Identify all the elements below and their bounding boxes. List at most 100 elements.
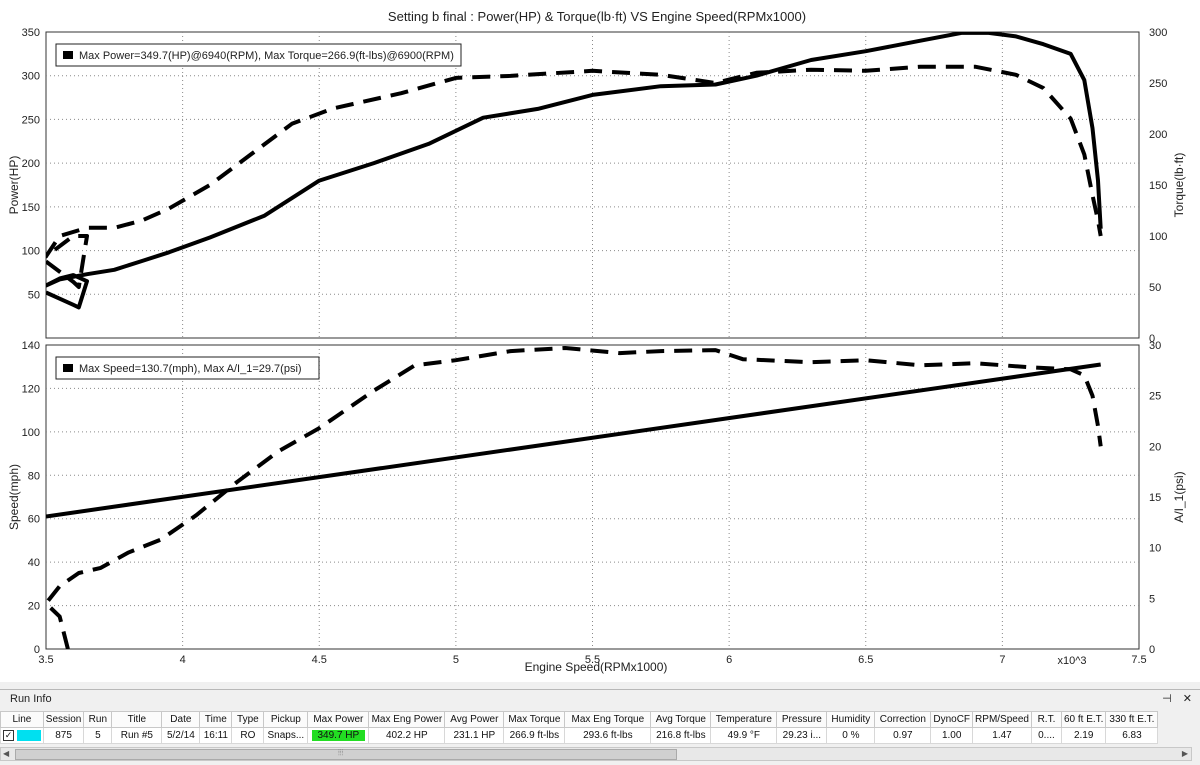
line-visible-checkbox[interactable]: ✓ xyxy=(3,730,14,742)
run-info-title: Run Info xyxy=(10,693,52,705)
y-axis-label: Power(HP) xyxy=(7,156,21,215)
column-header[interactable]: Max Eng Power xyxy=(368,711,446,728)
x-tick-label: 3.5 xyxy=(38,654,53,666)
table-cell: 293.6 ft-lbs xyxy=(564,727,652,744)
column-header[interactable]: 60 ft E.T. xyxy=(1060,711,1107,728)
table-cell: 2.19 xyxy=(1060,727,1107,744)
y-tick-label: 200 xyxy=(22,158,40,170)
table-cell: 1.00 xyxy=(930,727,974,744)
y-tick-label: 50 xyxy=(28,289,40,301)
column-header[interactable]: 330 ft E.T. xyxy=(1105,711,1159,728)
y2-tick-label: 20 xyxy=(1149,441,1161,453)
y2-tick-label: 200 xyxy=(1149,129,1167,141)
table-cell: 5 xyxy=(83,727,113,744)
chart-title: Setting b final : Power(HP) & Torque(lb·… xyxy=(388,9,806,24)
x-tick-label: 6.5 xyxy=(858,654,873,666)
table-row[interactable]: ✓ 875 5 Run #5 5/2/14 16:11 RO Snaps... 349.7 H… xyxy=(0,727,1159,744)
y-tick-label: 100 xyxy=(22,427,40,439)
scroll-grip-icon: ⦙⦙⦙ xyxy=(338,748,344,757)
line-color-swatch[interactable] xyxy=(16,729,41,741)
x-tick-label: 4.5 xyxy=(312,654,327,666)
table-cell: 875 xyxy=(42,727,85,744)
table-cell: 0.... xyxy=(1030,727,1062,744)
table-cell: Snaps... xyxy=(263,727,309,744)
y2-tick-label: 25 xyxy=(1149,391,1161,403)
table-cell: RO xyxy=(231,727,265,744)
max-power-value: 349.7 HP xyxy=(311,730,366,741)
table-cell: 216.8 ft-lbs xyxy=(650,727,712,744)
run-info-titlebar: Run Info ⊣ ✕ xyxy=(0,690,1200,708)
column-header[interactable]: Pressure xyxy=(776,711,828,728)
table-cell: 29.23 i... xyxy=(776,727,828,744)
column-header[interactable]: Max Power xyxy=(307,711,370,728)
power-torque-panel: 50100150200250300350050100150200250300Po… xyxy=(7,27,1186,345)
y-tick-label: 0 xyxy=(34,644,40,656)
x-tick-label: 6 xyxy=(726,654,732,666)
run-info-header-row: Line Session Run Title Date Time Type Pickup Max… xyxy=(0,711,1159,728)
column-header[interactable]: Line xyxy=(0,711,44,728)
y2-tick-label: 15 xyxy=(1149,492,1161,504)
table-cell: 0 % xyxy=(826,727,876,744)
scroll-right-icon[interactable]: ▶ xyxy=(1182,748,1188,760)
y-tick-label: 300 xyxy=(22,71,40,83)
table-cell: 0.97 xyxy=(874,727,932,744)
column-header[interactable]: Type xyxy=(231,711,265,728)
x-multiplier-label: x10^3 xyxy=(1057,655,1086,667)
legend-swatch xyxy=(63,51,73,59)
y-tick-label: 150 xyxy=(22,202,40,214)
pin-icon[interactable]: ⊣ xyxy=(1162,693,1172,705)
column-header[interactable]: Session xyxy=(42,711,85,728)
column-header[interactable]: Correction xyxy=(874,711,932,728)
column-header[interactable]: Max Torque xyxy=(503,711,566,728)
run-info-panel: Run Info ⊣ ✕ Line Session Run Title Date Time… xyxy=(0,689,1200,765)
table-cell: Run #5 xyxy=(111,727,163,744)
scrollbar-thumb[interactable]: ⦙⦙⦙ xyxy=(15,748,677,760)
y-tick-label: 140 xyxy=(22,340,40,352)
x-tick-label: 4 xyxy=(180,654,186,666)
table-cell: ✓ xyxy=(0,727,44,744)
table-cell: 49.9 °F xyxy=(710,727,778,744)
x-tick-label: 5 xyxy=(453,654,459,666)
x-tick-label: 7 xyxy=(999,654,1005,666)
y-tick-label: 250 xyxy=(22,114,40,126)
y-tick-label: 40 xyxy=(28,557,40,569)
y2-tick-label: 150 xyxy=(1149,180,1167,192)
column-header[interactable]: Max Eng Torque xyxy=(564,711,652,728)
legend-text: Max Speed=130.7(mph), Max A/I_1=29.7(psi… xyxy=(79,363,302,375)
horizontal-scrollbar[interactable]: ◀ ⦙⦙⦙ ▶ xyxy=(0,747,1192,761)
y-tick-label: 100 xyxy=(22,246,40,258)
column-header[interactable]: Avg Power xyxy=(444,711,505,728)
close-icon[interactable]: ✕ xyxy=(1183,693,1192,705)
speed-pressure-panel: 3.5 4 4.5 5 5.5 6 6.5 7 7.5020406080100120140051… xyxy=(7,340,1186,666)
column-header[interactable]: R.T. xyxy=(1030,711,1062,728)
column-header[interactable]: DynoCF xyxy=(930,711,974,728)
y-tick-label: 80 xyxy=(28,470,40,482)
column-header[interactable]: RPM/Speed xyxy=(972,711,1032,728)
column-header[interactable]: Humidity xyxy=(826,711,876,728)
y-tick-label: 120 xyxy=(22,383,40,395)
column-header[interactable]: Avg Torque xyxy=(650,711,712,728)
column-header[interactable]: Date xyxy=(161,711,201,728)
x-tick-label: 7.5 xyxy=(1131,654,1146,666)
y2-tick-label: 30 xyxy=(1149,340,1161,352)
scroll-left-icon[interactable]: ◀ xyxy=(3,748,9,760)
y2-tick-label: 10 xyxy=(1149,543,1161,555)
table-cell: 266.9 ft-lbs xyxy=(503,727,566,744)
legend-swatch xyxy=(63,364,73,372)
y-tick-label: 20 xyxy=(28,601,40,613)
y2-tick-label: 250 xyxy=(1149,78,1167,90)
y2-axis-label: Torque(lb·ft) xyxy=(1172,153,1186,218)
table-cell: 6.83 xyxy=(1105,727,1159,744)
column-header[interactable]: Run xyxy=(83,711,113,728)
y-axis-label: Speed(mph) xyxy=(7,464,21,530)
column-header[interactable]: Pickup xyxy=(263,711,309,728)
column-header[interactable]: Title xyxy=(111,711,163,728)
column-header[interactable]: Temperature xyxy=(710,711,778,728)
y2-tick-label: 5 xyxy=(1149,593,1155,605)
table-cell: 5/2/14 xyxy=(161,727,201,744)
table-cell: 1.47 xyxy=(972,727,1032,744)
dyno-chart: Setting b final : Power(HP) & Torque(lb·… xyxy=(0,0,1200,682)
column-header[interactable]: Time xyxy=(199,711,233,728)
y-tick-label: 350 xyxy=(22,27,40,39)
y2-tick-label: 100 xyxy=(1149,231,1167,243)
